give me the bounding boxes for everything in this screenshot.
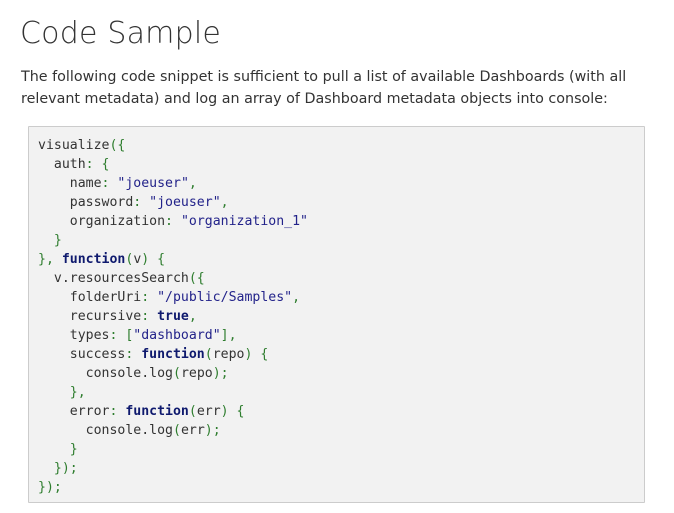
code-token: password — [38, 195, 134, 210]
code-token: ( — [172, 423, 181, 438]
code-token: }, — [38, 252, 62, 267]
code-token: ) { — [220, 404, 245, 419]
code-line: error: function(err) { — [38, 402, 308, 421]
code-token: ); — [204, 423, 221, 438]
code-line: organization: "organization_1" — [38, 212, 308, 231]
code-line: visualize({ — [38, 136, 308, 155]
code-token: ) { — [244, 347, 269, 362]
code-sample-block[interactable]: visualize({ auth: { name: "joeuser", pas… — [28, 126, 645, 503]
code-token: : — [133, 195, 150, 210]
page-title: Code Sample — [20, 16, 222, 51]
code-token: }); — [38, 461, 78, 476]
code-token: repo — [180, 366, 213, 381]
code-line: name: "joeuser", — [38, 174, 308, 193]
code-token: : { — [85, 157, 110, 172]
code-line: success: function(repo) { — [38, 345, 308, 364]
code-line: } — [38, 231, 308, 250]
code-line: v.resourcesSearch({ — [38, 269, 308, 288]
code-token: console.log — [38, 423, 173, 438]
code-line: }, function(v) { — [38, 250, 308, 269]
code-token: v.resourcesSearch — [38, 271, 189, 286]
code-token: function — [141, 347, 205, 362]
code-line: }, — [38, 383, 308, 402]
code-line: folderUri: "/public/Samples", — [38, 288, 308, 307]
code-line: console.log(err); — [38, 421, 308, 440]
code-token: recursive — [38, 309, 142, 324]
code-token: types — [38, 328, 110, 343]
code-token: : — [165, 214, 181, 229]
code-token: ], — [220, 328, 237, 343]
code-token: ({ — [188, 271, 205, 286]
code-token: ); — [212, 366, 229, 381]
code-token: visualize — [38, 138, 110, 153]
code-token: , — [292, 290, 301, 305]
code-token: ( — [172, 366, 181, 381]
intro-paragraph: The following code snippet is sufficient… — [21, 69, 627, 107]
code-token: } — [38, 233, 62, 248]
code-line: auth: { — [38, 155, 308, 174]
code-token: ( — [188, 404, 197, 419]
code-token: organization — [38, 214, 166, 229]
code-token: : [ — [109, 328, 134, 343]
code-content[interactable]: visualize({ auth: { name: "joeuser", pas… — [38, 136, 308, 497]
code-token: err — [196, 404, 221, 419]
code-line: }); — [38, 478, 308, 497]
code-token: error — [38, 404, 110, 419]
code-line: password: "joeuser", — [38, 193, 308, 212]
code-line: }); — [38, 459, 308, 478]
code-token: : — [109, 404, 126, 419]
code-token: ({ — [109, 138, 126, 153]
code-token: function — [61, 252, 126, 267]
code-token: } — [38, 442, 78, 457]
code-token: repo — [212, 347, 245, 362]
code-token: folderUri — [38, 290, 142, 305]
code-token: }); — [38, 480, 62, 495]
code-token: ) { — [141, 252, 166, 267]
code-line: recursive: true, — [38, 307, 308, 326]
code-token: , — [220, 195, 229, 210]
code-token: auth — [38, 157, 86, 172]
code-token: name — [38, 176, 102, 191]
code-token: console.log — [38, 366, 173, 381]
code-token: , — [188, 176, 197, 191]
code-token: "dashboard" — [133, 328, 221, 343]
code-token: true — [157, 309, 189, 324]
code-token: "joeuser" — [117, 176, 189, 191]
code-token: : — [101, 176, 118, 191]
code-token: "organization_1" — [180, 214, 308, 229]
code-token: err — [180, 423, 205, 438]
code-token: , — [188, 309, 197, 324]
code-token: "/public/Samples" — [157, 290, 293, 305]
code-token: function — [125, 404, 189, 419]
code-line: console.log(repo); — [38, 364, 308, 383]
code-token: success — [38, 347, 126, 362]
code-token: : — [125, 347, 142, 362]
code-token: ( — [204, 347, 213, 362]
code-token: : — [141, 290, 158, 305]
code-token: "joeuser" — [149, 195, 221, 210]
code-line: types: ["dashboard"], — [38, 326, 308, 345]
code-token: }, — [38, 385, 86, 400]
code-token: : — [141, 309, 158, 324]
code-line: } — [38, 440, 308, 459]
